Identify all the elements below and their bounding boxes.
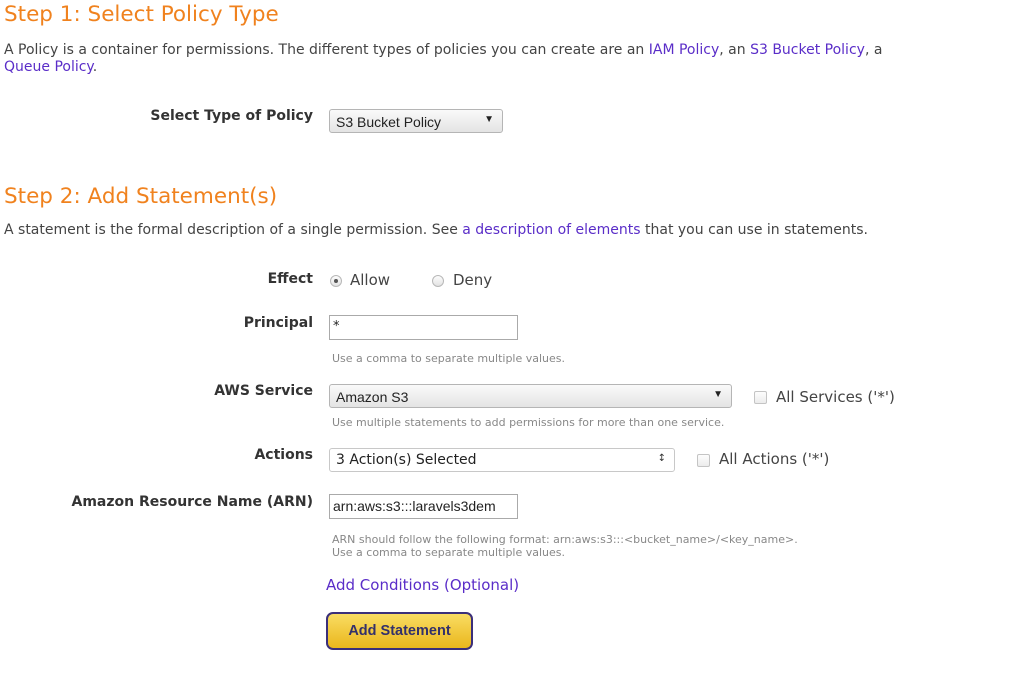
principal-hint: Use a comma to separate multiple values.	[332, 352, 566, 365]
description-text: .	[92, 59, 98, 75]
arn-hint-line2: Use a comma to separate multiple values.	[332, 546, 566, 559]
effect-allow-label[interactable]: Allow	[350, 271, 390, 289]
arn-value: arn:aws:s3:::laravels3dem	[333, 498, 496, 514]
aws-service-select[interactable]: Amazon S3 ▼	[329, 384, 732, 408]
description-text: , an	[719, 42, 751, 58]
description-text: A Policy is a container for permissions.…	[4, 42, 649, 58]
description-text: , a	[864, 42, 883, 58]
add-conditions-link[interactable]: Add Conditions (Optional)	[326, 576, 519, 594]
step2-title: Step 2: Add Statement(s)	[4, 184, 278, 209]
actions-select[interactable]: 3 Action(s) Selected ↕	[329, 448, 675, 472]
select-updown-icon: ↕	[657, 453, 666, 464]
step2-description: A statement is the formal description of…	[4, 222, 868, 239]
description-text: that you can use in statements.	[640, 222, 868, 238]
policy-type-label: Select Type of Policy	[150, 108, 313, 124]
aws-service-label: AWS Service	[214, 383, 313, 399]
step1-title: Step 1: Select Policy Type	[4, 2, 279, 27]
aws-service-hint: Use multiple statements to add permissio…	[332, 416, 725, 429]
elements-description-link[interactable]: a description of elements	[462, 222, 640, 238]
actions-label: Actions	[254, 447, 313, 463]
all-services-checkbox[interactable]	[754, 391, 767, 404]
effect-label: Effect	[267, 271, 313, 287]
s3-bucket-policy-link[interactable]: S3 Bucket Policy	[750, 42, 865, 58]
iam-policy-link[interactable]: IAM Policy	[649, 42, 720, 58]
principal-input[interactable]: *	[329, 315, 518, 340]
queue-policy-link[interactable]: Queue Policy	[4, 59, 93, 75]
policy-type-value: S3 Bucket Policy	[336, 114, 442, 130]
principal-value: *	[333, 319, 340, 334]
step1-description: A Policy is a container for permissions.…	[4, 42, 882, 59]
principal-label: Principal	[243, 315, 313, 331]
description-text: A statement is the formal description of…	[4, 222, 463, 238]
add-statement-button[interactable]: Add Statement	[326, 612, 473, 650]
all-services-label[interactable]: All Services ('*')	[776, 388, 895, 406]
policy-type-select[interactable]: S3 Bucket Policy ▼	[329, 109, 503, 133]
arn-label: Amazon Resource Name (ARN)	[71, 494, 314, 510]
all-actions-checkbox[interactable]	[697, 454, 710, 467]
dropdown-arrow-icon: ▼	[713, 389, 723, 400]
all-actions-label[interactable]: All Actions ('*')	[719, 450, 829, 468]
effect-allow-radio[interactable]	[330, 275, 342, 287]
actions-value: 3 Action(s) Selected	[336, 452, 477, 468]
effect-deny-label[interactable]: Deny	[453, 271, 492, 289]
arn-input[interactable]: arn:aws:s3:::laravels3dem	[329, 494, 518, 519]
effect-deny-radio[interactable]	[432, 275, 444, 287]
aws-service-value: Amazon S3	[336, 389, 409, 405]
step1-description-line2: Queue Policy.	[4, 59, 97, 76]
dropdown-arrow-icon: ▼	[484, 114, 494, 125]
arn-hint-line1: ARN should follow the following format: …	[332, 533, 798, 546]
